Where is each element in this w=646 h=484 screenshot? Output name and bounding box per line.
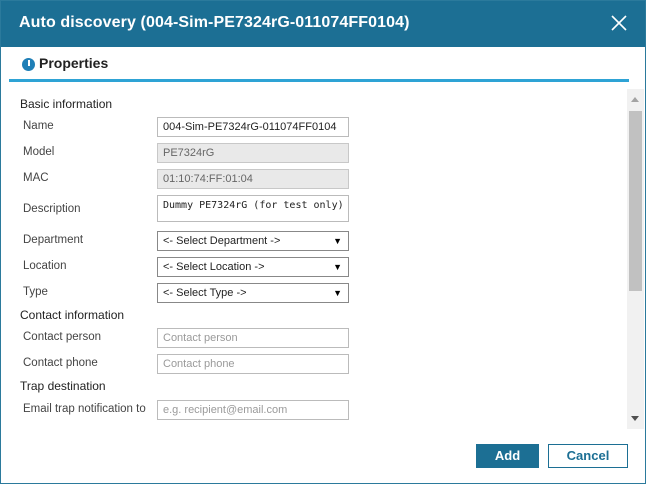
contact-phone-field[interactable]: Contact phone bbox=[157, 354, 349, 374]
info-icon bbox=[22, 58, 35, 71]
contact-phone-label: Contact phone bbox=[23, 357, 98, 369]
dialog-title-bar: Auto discovery (004-Sim-PE7324rG-011074F… bbox=[1, 1, 645, 47]
department-label: Department bbox=[23, 234, 84, 246]
description-label: Description bbox=[23, 203, 81, 215]
location-label: Location bbox=[23, 260, 67, 272]
model-label: Model bbox=[23, 146, 55, 158]
name-field[interactable]: 004-Sim-PE7324rG-011074FF0104 bbox=[157, 117, 349, 137]
chevron-down-icon: ▼ bbox=[333, 236, 342, 246]
form-scrollbar[interactable] bbox=[627, 89, 644, 429]
dialog-title: Auto discovery (004-Sim-PE7324rG-011074F… bbox=[19, 14, 410, 31]
email-trap-field[interactable]: e.g. recipient@email.com bbox=[157, 400, 349, 420]
chevron-down-icon: ▼ bbox=[333, 288, 342, 298]
email-trap-label: Email trap notification to bbox=[23, 403, 146, 415]
contact-person-field[interactable]: Contact person bbox=[157, 328, 349, 348]
properties-form: Basic information Name 004-Sim-PE7324rG-… bbox=[9, 89, 627, 429]
group-title-trap: Trap destination bbox=[20, 379, 106, 393]
section-title: Properties bbox=[39, 55, 109, 71]
name-label: Name bbox=[23, 120, 54, 132]
chevron-down-icon: ▼ bbox=[333, 262, 342, 272]
mac-field: 01:10:74:FF:01:04 bbox=[157, 169, 349, 189]
properties-section-header: Properties bbox=[9, 49, 629, 82]
description-field[interactable]: Dummy PE7324rG (for test only) bbox=[157, 195, 349, 222]
location-select[interactable]: <- Select Location -> ▼ bbox=[157, 257, 349, 277]
contact-person-label: Contact person bbox=[23, 331, 101, 343]
type-select[interactable]: <- Select Type -> ▼ bbox=[157, 283, 349, 303]
model-field: PE7324rG bbox=[157, 143, 349, 163]
group-title-basic: Basic information bbox=[20, 97, 113, 111]
scroll-down-icon[interactable] bbox=[631, 416, 639, 421]
cancel-button[interactable]: Cancel bbox=[548, 444, 628, 468]
type-select-value: <- Select Type -> bbox=[163, 287, 247, 299]
auto-discovery-dialog: Auto discovery (004-Sim-PE7324rG-011074F… bbox=[0, 0, 646, 484]
close-icon[interactable] bbox=[609, 13, 629, 33]
department-select-value: <- Select Department -> bbox=[163, 235, 281, 247]
add-button[interactable]: Add bbox=[476, 444, 539, 468]
department-select[interactable]: <- Select Department -> ▼ bbox=[157, 231, 349, 251]
location-select-value: <- Select Location -> bbox=[163, 261, 265, 273]
mac-label: MAC bbox=[23, 172, 49, 184]
scrollbar-thumb[interactable] bbox=[629, 111, 642, 291]
group-title-contact: Contact information bbox=[20, 308, 125, 322]
type-label: Type bbox=[23, 286, 48, 298]
scroll-up-icon[interactable] bbox=[631, 97, 639, 102]
